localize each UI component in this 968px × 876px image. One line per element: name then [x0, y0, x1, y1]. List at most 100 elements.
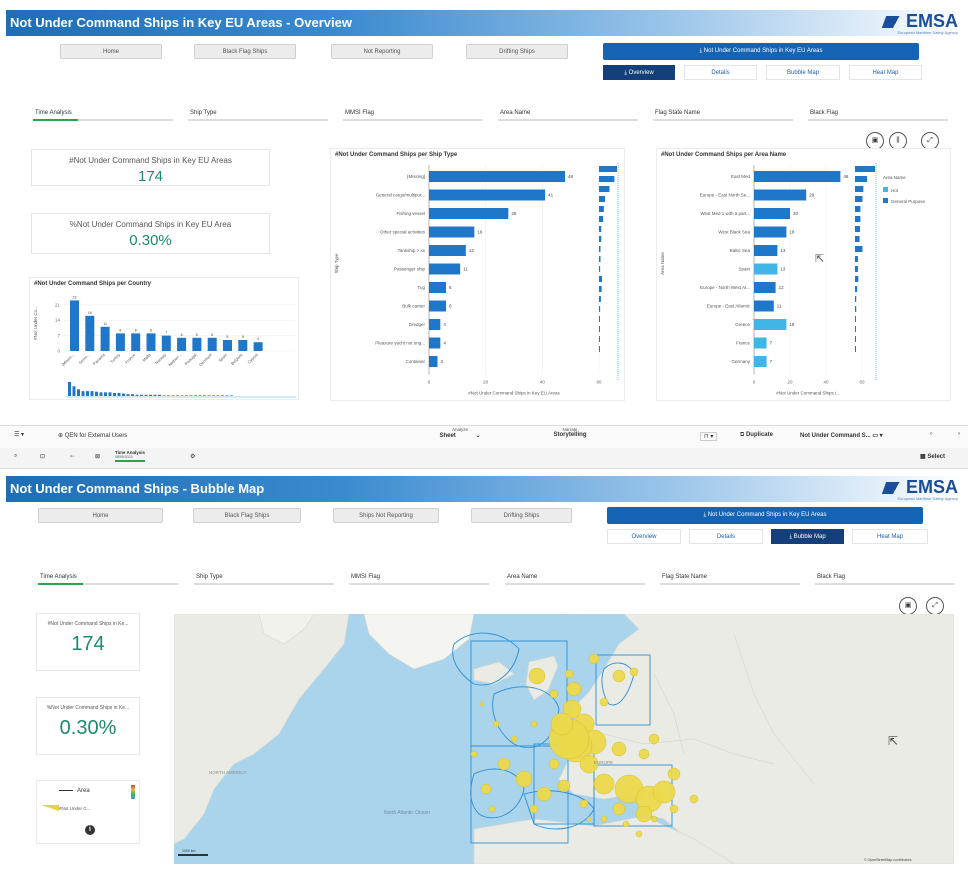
bar[interactable]: [429, 245, 466, 256]
map-bubble[interactable]: [629, 667, 639, 677]
filter-black-flag-b[interactable]: Black Flag: [815, 572, 955, 585]
bar[interactable]: [429, 337, 441, 349]
map-bubble[interactable]: [622, 820, 630, 828]
info-icon[interactable]: i: [85, 825, 95, 835]
map-bubble[interactable]: [492, 720, 500, 728]
map-bubble[interactable]: [611, 741, 627, 757]
map-bubble[interactable]: [650, 815, 658, 823]
map-bubble[interactable]: [470, 750, 478, 758]
narrate-dropdown[interactable]: Narrate Storytelling: [530, 427, 610, 438]
tab-overview[interactable]: ⤓ Overview: [603, 65, 675, 80]
tab-overview-b[interactable]: Overview: [607, 529, 681, 544]
filter-ship-type-b[interactable]: Ship Type: [194, 572, 334, 585]
filter-mmsi-flag-b[interactable]: MMSI Flag: [349, 572, 489, 585]
bar[interactable]: [429, 208, 509, 219]
bar[interactable]: [429, 171, 565, 182]
filter-time-analysis-b[interactable]: Time Analysis: [38, 572, 178, 585]
bar[interactable]: [429, 300, 446, 312]
map-bubble[interactable]: [515, 770, 533, 788]
bar[interactable]: [754, 337, 767, 349]
nav-nuc-key-eu-button-b[interactable]: ⤓ Not Under Command Ships in Key EU Area…: [607, 507, 923, 524]
bar[interactable]: [429, 356, 438, 367]
smart-search-icon[interactable]: ⌕: [14, 453, 17, 460]
filter-area-name-b[interactable]: Area Name: [505, 572, 645, 585]
filter-black-flag[interactable]: Black Flag: [808, 108, 948, 121]
bar[interactable]: [754, 263, 778, 275]
bar[interactable]: [754, 282, 776, 293]
bar[interactable]: [754, 319, 787, 330]
bar[interactable]: [238, 340, 248, 351]
hamburger-menu-icon[interactable]: ☰ ▾: [14, 431, 24, 438]
step-back-icon[interactable]: ⇤: [70, 453, 75, 460]
bar[interactable]: [161, 335, 171, 351]
map-bubble[interactable]: [648, 733, 660, 745]
map-bubble[interactable]: [652, 780, 676, 804]
tab-bubble-map-b[interactable]: ⤓ Bubble Map: [771, 529, 844, 544]
nav-drifting-button-b[interactable]: Drifting Ships: [471, 508, 572, 523]
map-bubble[interactable]: [479, 701, 485, 707]
bar[interactable]: [177, 337, 187, 351]
map-bubble[interactable]: [564, 669, 574, 679]
clear-selections-icon[interactable]: ⊠: [95, 453, 100, 460]
bar[interactable]: [223, 340, 232, 351]
sheet-selector[interactable]: Not Under Command S... ▭ ▾: [800, 432, 883, 439]
area-legend-hot[interactable]: Hot: [883, 187, 898, 193]
bar[interactable]: [192, 337, 202, 351]
tab-heat-map-b[interactable]: Heat Map: [852, 529, 928, 544]
nav-home-button[interactable]: Home: [60, 44, 162, 59]
bubble-map[interactable]: NORTH AMERICA North Atlantic Ocean EUROP…: [174, 614, 954, 864]
bookmark-icon-b[interactable]: ▣: [899, 597, 917, 615]
filter-ship-type[interactable]: Ship Type: [188, 108, 328, 121]
map-bubble[interactable]: [638, 748, 650, 760]
bar[interactable]: [429, 319, 441, 330]
bar[interactable]: [100, 326, 110, 351]
map-bubble[interactable]: [549, 689, 559, 699]
expand-icon-b[interactable]: ⤢: [926, 597, 944, 615]
next-sheet-button[interactable]: ›: [958, 431, 960, 437]
selection-tool-icon[interactable]: ⊡: [40, 453, 45, 460]
bar[interactable]: [754, 245, 778, 256]
map-bubble[interactable]: [667, 767, 681, 781]
map-bubble[interactable]: [579, 799, 589, 809]
nav-drifting-button[interactable]: Drifting Ships: [466, 44, 568, 59]
filter-flag-state[interactable]: Flag State Name: [653, 108, 793, 121]
bar[interactable]: [429, 263, 461, 275]
map-bubble[interactable]: [612, 802, 626, 816]
map-bubble[interactable]: [586, 816, 592, 822]
map-bubble[interactable]: [557, 779, 571, 793]
select-button[interactable]: ▦ Select: [920, 453, 945, 460]
map-bubble[interactable]: [530, 720, 538, 728]
map-bubble[interactable]: [550, 712, 574, 736]
analyze-dropdown[interactable]: Analyze Sheet ⌄: [420, 427, 500, 439]
selection-chip[interactable]: Time Analysis 08/09/2023: [115, 450, 185, 462]
filter-area-name[interactable]: Area Name: [498, 108, 638, 121]
tab-details[interactable]: Details: [684, 65, 757, 80]
selection-settings-icon[interactable]: ⚙: [190, 453, 195, 460]
space-selector[interactable]: ⊕ QEN for External Users: [58, 432, 127, 439]
prev-sheet-button[interactable]: ‹: [930, 431, 932, 437]
bar[interactable]: [754, 300, 774, 312]
map-bubble[interactable]: [566, 681, 582, 697]
bar[interactable]: [754, 208, 790, 219]
map-bubble[interactable]: [689, 794, 699, 804]
bar[interactable]: [253, 342, 263, 351]
bar[interactable]: [207, 337, 217, 351]
bar[interactable]: [429, 282, 446, 293]
duplicate-button[interactable]: ⧉ Duplicate: [740, 432, 773, 439]
tab-heat-map[interactable]: Heat Map: [849, 65, 922, 80]
bar[interactable]: [429, 226, 475, 238]
bar[interactable]: [754, 356, 767, 367]
nav-black-flag-button-b[interactable]: Black Flag Ships: [193, 508, 301, 523]
map-bubble[interactable]: [635, 830, 643, 838]
nav-home-button-b[interactable]: Home: [38, 508, 163, 523]
tab-bubble-map[interactable]: Bubble Map: [766, 65, 840, 80]
bar[interactable]: [131, 333, 141, 351]
map-bubble[interactable]: [600, 815, 608, 823]
filter-flag-state-b[interactable]: Flag State Name: [660, 572, 800, 585]
map-bubble[interactable]: [593, 773, 615, 795]
bookmark-menu-icon[interactable]: ⊓ ▾: [700, 432, 718, 441]
nav-not-reporting-button-b[interactable]: Ships Not Reporting: [333, 508, 439, 523]
bar[interactable]: [754, 189, 807, 201]
bar[interactable]: [85, 315, 95, 351]
area-legend-general[interactable]: General Purpose: [883, 198, 925, 204]
